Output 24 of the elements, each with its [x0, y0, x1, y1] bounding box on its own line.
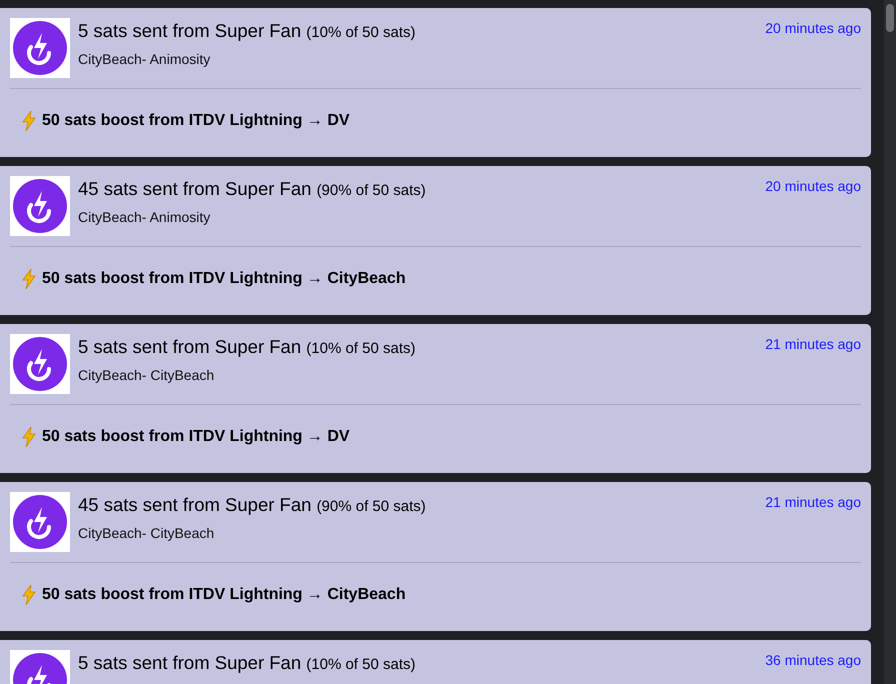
episode-source: CityBeach- Animosity — [78, 209, 212, 225]
boost-message: 50 sats boost from ITDV Lightning → DV — [42, 112, 350, 130]
payment-title: 5 sats sent from Super Fan (10% of 50 sats) — [78, 336, 416, 358]
timestamp-link[interactable]: 20 minutes ago — [765, 176, 861, 194]
boost-message: 50 sats boost from ITDV Lightning → CityBeach — [42, 270, 406, 288]
scrollbar-thumb[interactable] — [886, 4, 894, 32]
timestamp-link[interactable]: 21 minutes ago — [765, 492, 861, 510]
timestamp-link[interactable]: 21 minutes ago — [765, 334, 861, 352]
payment-title: 45 sats sent from Super Fan (90% of 50 sats) — [78, 178, 427, 200]
timestamp-link[interactable]: 36 minutes ago — [765, 650, 861, 668]
payment-title: 5 sats sent from Super Fan (10% of 50 sats) — [78, 20, 416, 42]
payment-title: 45 sats sent from Super Fan (90% of 50 sats) — [78, 494, 427, 516]
scrollbar[interactable] — [884, 0, 896, 684]
lightning-icon — [22, 427, 36, 447]
lightning-icon — [22, 585, 36, 605]
timestamp-link[interactable]: 20 minutes ago — [765, 18, 861, 36]
boost-message: 50 sats boost from ITDV Lightning → DV — [42, 428, 350, 446]
lightning-icon — [22, 111, 36, 131]
episode-source: CityBeach- CityBeach — [78, 367, 216, 383]
episode-source: CityBeach- Animosity — [78, 51, 212, 67]
payment-title: 5 sats sent from Super Fan (10% of 50 sats) — [78, 652, 416, 674]
episode-source: CityBeach- CityBeach — [78, 525, 216, 541]
boost-message: 50 sats boost from ITDV Lightning → CityBeach — [42, 586, 406, 604]
lightning-icon — [22, 269, 36, 289]
